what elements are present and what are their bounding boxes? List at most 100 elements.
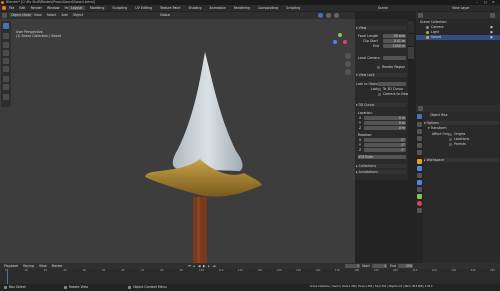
gizmo-y-axis-icon[interactable] [338,33,342,37]
clip-end-field[interactable]: 1000 m [383,44,406,48]
menu-render[interactable]: Render [31,6,42,10]
play-icon[interactable]: ▶ [203,264,205,268]
outliner-row-sword[interactable]: Sword ◉ [416,35,500,40]
render-region-checkbox[interactable] [377,66,380,69]
particles-tab-icon[interactable] [417,173,422,178]
scale-tool-icon[interactable] [3,58,9,64]
visibility-eye-icon[interactable]: ◉ [490,25,493,29]
3d-cursor-header[interactable]: ▾ 3D Cursor [356,103,407,107]
cursor-rot-z-field[interactable]: 0° [364,148,406,152]
mode-dropdown[interactable]: Object Mode [9,13,34,17]
render-tab-icon[interactable] [417,122,422,127]
rotation-mode-dropdown[interactable]: XYZ Euler [358,155,406,159]
tab-rendering[interactable]: Rendering [231,6,253,10]
menu-marker[interactable]: Marker [52,264,63,268]
move-tool-icon[interactable] [3,42,9,48]
gizmo-z-axis-icon[interactable] [333,40,337,44]
tab-view[interactable] [408,47,414,60]
transform-tool-icon[interactable] [3,66,9,72]
cursor-loc-y-field[interactable]: 0 m [364,121,406,125]
world-tab-icon[interactable] [417,150,422,155]
menu-object[interactable]: Object [73,13,83,17]
cursor-rot-y-field[interactable]: 0° [364,143,406,147]
transform-orientation[interactable]: Global [160,13,170,17]
data-tab-icon[interactable] [417,194,422,199]
annotations-header[interactable]: ▸ Annotations [356,170,407,174]
visibility-eye-icon[interactable]: ◉ [490,35,493,39]
origins-checkbox[interactable] [449,133,452,136]
view-lock-header[interactable]: ▾ View Lock [356,73,407,77]
camera-view-icon[interactable] [345,69,351,75]
tab-uv-editing[interactable]: UV Editing [132,6,155,10]
transform-subpanel-header[interactable]: ▾ Transform [428,126,446,130]
menu-add[interactable]: Add [61,13,67,17]
parents-checkbox[interactable] [449,143,452,146]
options-panel-header[interactable]: ▾ Options [424,121,499,125]
tab-shading[interactable]: Shading [186,6,205,10]
camera-to-view-checkbox[interactable] [378,93,381,96]
menu-view[interactable]: View [39,264,47,268]
blender-menu-icon[interactable] [2,6,6,10]
focal-length-field[interactable]: 50 mm [383,34,406,38]
view-panel-header[interactable]: ▾ View [356,26,407,30]
tab-sculpting[interactable]: Sculpting [109,6,130,10]
shading-material-icon[interactable] [326,13,331,18]
select-box-tool-icon[interactable] [3,23,9,29]
end-frame-field[interactable]: 250 [398,264,413,268]
gizmo-x-axis-icon[interactable] [343,40,347,44]
editor-type-icon[interactable] [2,13,7,18]
prev-key-icon[interactable]: ◂ [193,264,195,268]
next-key-icon[interactable]: ▸ [208,264,210,268]
cursor-tool-icon[interactable] [3,33,9,39]
zoom-icon[interactable] [345,53,351,59]
close-icon[interactable]: × [492,0,495,4]
outliner-editor-icon[interactable] [418,13,423,18]
view-layer-tab-icon[interactable] [417,136,422,141]
properties-editor-icon[interactable] [418,106,423,111]
shading-solid-icon[interactable] [318,13,323,18]
scene-collection-label[interactable]: Scene Collection [420,20,447,24]
menu-edit[interactable]: Edit [19,6,25,10]
modifier-tab-icon[interactable] [417,166,422,171]
tab-scripting[interactable]: Scripting [283,6,303,10]
jump-start-icon[interactable]: ⏮ [188,264,191,268]
tab-tool[interactable] [408,34,414,47]
workspace-panel-header[interactable]: ▸ Workspace [424,158,499,162]
pan-icon[interactable] [345,61,351,67]
start-frame-field[interactable]: 1 [372,264,387,268]
minimize-icon[interactable]: – [476,0,478,4]
constraints-tab-icon[interactable] [417,187,422,192]
tool-tab-icon[interactable] [417,114,422,119]
cursor-loc-x-field[interactable]: 0 m [364,116,406,120]
jump-end-icon[interactable]: ⏭ [213,264,216,268]
annotate-tool-icon[interactable] [3,76,9,82]
tab-compositing[interactable]: Compositing [255,6,281,10]
locations-checkbox[interactable] [449,138,452,141]
maximize-icon[interactable]: □ [484,0,487,4]
visibility-eye-icon[interactable]: ◉ [490,30,493,34]
collections-header[interactable]: ▸ Collections [356,164,407,168]
shading-rendered-icon[interactable] [334,13,339,18]
local-camera-field[interactable] [383,56,406,60]
output-tab-icon[interactable] [417,129,422,134]
view-layer-selector[interactable]: View Layer [452,6,469,10]
clip-start-field[interactable]: 0.01 m [383,39,406,43]
menu-view[interactable]: View [34,13,42,17]
menu-playback[interactable]: Playback [4,264,18,268]
rotate-tool-icon[interactable] [3,50,9,56]
navigation-gizmo[interactable] [330,32,348,50]
menu-window[interactable]: Window [47,6,60,10]
physics-tab-icon[interactable] [417,180,422,185]
timeline-ruler[interactable]: 0 10 20 30 40 50 60 70 80 90 100 110 120 130 140 150 160… [0,269,500,274]
tab-texture-paint[interactable]: Texture Paint [157,6,184,10]
tab-layout[interactable]: Layout [68,6,85,10]
scene-selector[interactable]: Scene [378,6,388,10]
scene-tab-icon[interactable] [417,143,422,148]
lock-cursor-checkbox[interactable] [378,88,381,91]
add-cube-tool-icon[interactable] [3,94,9,100]
texture-tab-icon[interactable] [417,208,422,213]
menu-select[interactable]: Select [47,13,57,17]
measure-tool-icon[interactable] [3,84,9,90]
outliner-filter-icon[interactable] [490,13,495,18]
menu-file[interactable]: File [9,6,14,10]
